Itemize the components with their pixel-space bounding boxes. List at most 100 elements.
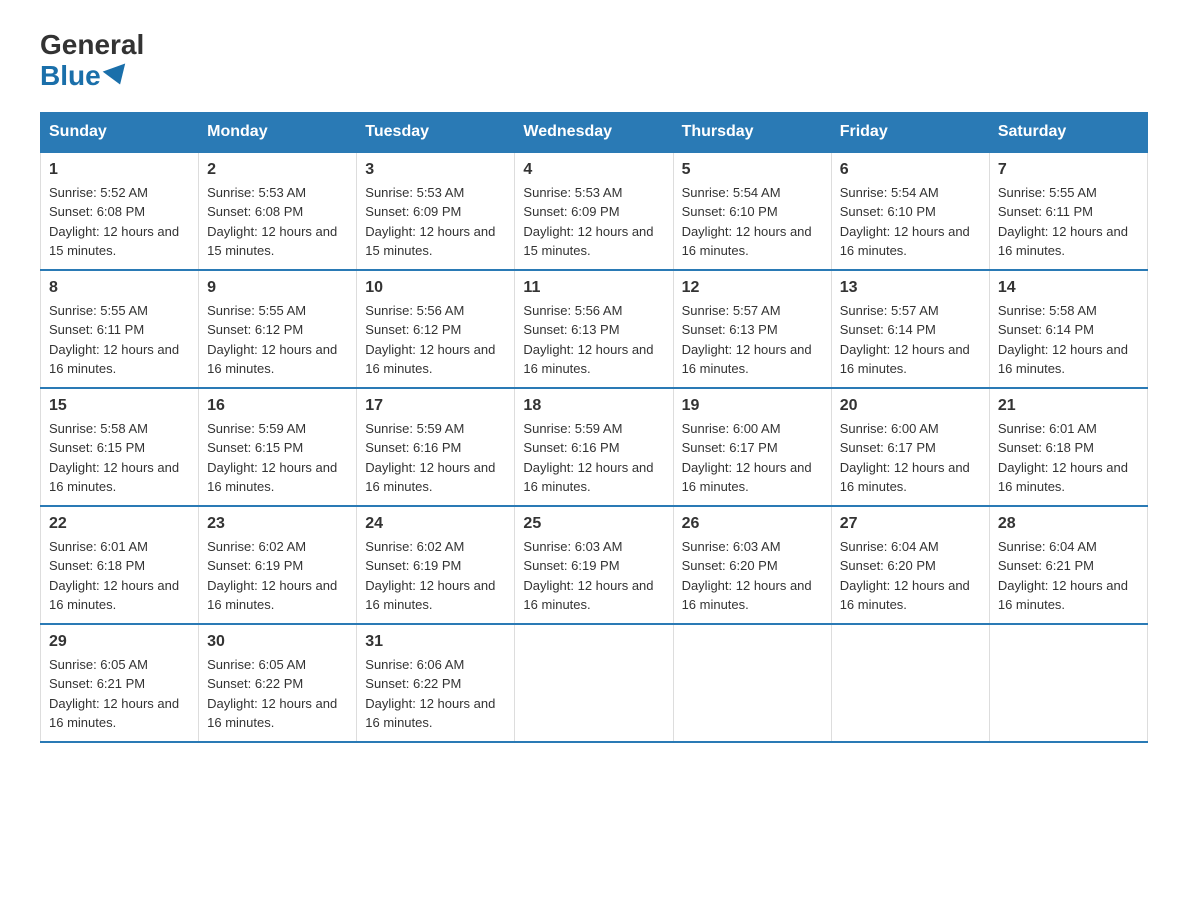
calendar-week-row: 1 Sunrise: 5:52 AMSunset: 6:08 PMDayligh… — [41, 152, 1148, 270]
day-number: 14 — [998, 279, 1139, 297]
day-info: Sunrise: 6:06 AMSunset: 6:22 PMDaylight:… — [365, 657, 495, 731]
calendar-cell: 4 Sunrise: 5:53 AMSunset: 6:09 PMDayligh… — [515, 152, 673, 270]
calendar-cell — [673, 624, 831, 742]
day-number: 16 — [207, 397, 348, 415]
calendar-cell: 1 Sunrise: 5:52 AMSunset: 6:08 PMDayligh… — [41, 152, 199, 270]
day-info: Sunrise: 5:59 AMSunset: 6:15 PMDaylight:… — [207, 421, 337, 495]
day-info: Sunrise: 5:55 AMSunset: 6:11 PMDaylight:… — [998, 185, 1128, 259]
day-number: 8 — [49, 279, 190, 297]
calendar-cell — [989, 624, 1147, 742]
calendar-cell: 18 Sunrise: 5:59 AMSunset: 6:16 PMDaylig… — [515, 388, 673, 506]
logo-triangle-icon — [102, 64, 131, 89]
header-friday: Friday — [831, 112, 989, 152]
calendar-cell: 12 Sunrise: 5:57 AMSunset: 6:13 PMDaylig… — [673, 270, 831, 388]
day-number: 24 — [365, 515, 506, 533]
calendar-cell: 25 Sunrise: 6:03 AMSunset: 6:19 PMDaylig… — [515, 506, 673, 624]
day-number: 18 — [523, 397, 664, 415]
calendar-cell: 3 Sunrise: 5:53 AMSunset: 6:09 PMDayligh… — [357, 152, 515, 270]
day-number: 26 — [682, 515, 823, 533]
day-info: Sunrise: 5:54 AMSunset: 6:10 PMDaylight:… — [840, 185, 970, 259]
calendar-cell: 11 Sunrise: 5:56 AMSunset: 6:13 PMDaylig… — [515, 270, 673, 388]
calendar-cell: 22 Sunrise: 6:01 AMSunset: 6:18 PMDaylig… — [41, 506, 199, 624]
day-number: 15 — [49, 397, 190, 415]
day-number: 4 — [523, 161, 664, 179]
day-info: Sunrise: 5:58 AMSunset: 6:14 PMDaylight:… — [998, 303, 1128, 377]
day-info: Sunrise: 6:04 AMSunset: 6:21 PMDaylight:… — [998, 539, 1128, 613]
calendar-cell: 2 Sunrise: 5:53 AMSunset: 6:08 PMDayligh… — [199, 152, 357, 270]
calendar-cell: 29 Sunrise: 6:05 AMSunset: 6:21 PMDaylig… — [41, 624, 199, 742]
header-sunday: Sunday — [41, 112, 199, 152]
day-number: 11 — [523, 279, 664, 297]
header-wednesday: Wednesday — [515, 112, 673, 152]
day-number: 1 — [49, 161, 190, 179]
day-info: Sunrise: 5:56 AMSunset: 6:13 PMDaylight:… — [523, 303, 653, 377]
day-number: 20 — [840, 397, 981, 415]
calendar-table: Sunday Monday Tuesday Wednesday Thursday… — [40, 112, 1148, 743]
calendar-cell: 10 Sunrise: 5:56 AMSunset: 6:12 PMDaylig… — [357, 270, 515, 388]
calendar-cell: 27 Sunrise: 6:04 AMSunset: 6:20 PMDaylig… — [831, 506, 989, 624]
day-number: 5 — [682, 161, 823, 179]
day-number: 19 — [682, 397, 823, 415]
day-info: Sunrise: 5:52 AMSunset: 6:08 PMDaylight:… — [49, 185, 179, 259]
calendar-cell: 24 Sunrise: 6:02 AMSunset: 6:19 PMDaylig… — [357, 506, 515, 624]
day-number: 23 — [207, 515, 348, 533]
calendar-cell: 9 Sunrise: 5:55 AMSunset: 6:12 PMDayligh… — [199, 270, 357, 388]
calendar-cell — [831, 624, 989, 742]
calendar-week-row: 15 Sunrise: 5:58 AMSunset: 6:15 PMDaylig… — [41, 388, 1148, 506]
calendar-cell: 31 Sunrise: 6:06 AMSunset: 6:22 PMDaylig… — [357, 624, 515, 742]
day-info: Sunrise: 6:04 AMSunset: 6:20 PMDaylight:… — [840, 539, 970, 613]
day-number: 3 — [365, 161, 506, 179]
header-thursday: Thursday — [673, 112, 831, 152]
logo-general-text: General — [40, 30, 144, 61]
calendar-cell: 13 Sunrise: 5:57 AMSunset: 6:14 PMDaylig… — [831, 270, 989, 388]
day-info: Sunrise: 5:55 AMSunset: 6:12 PMDaylight:… — [207, 303, 337, 377]
day-number: 27 — [840, 515, 981, 533]
header-tuesday: Tuesday — [357, 112, 515, 152]
day-info: Sunrise: 6:03 AMSunset: 6:20 PMDaylight:… — [682, 539, 812, 613]
day-info: Sunrise: 5:53 AMSunset: 6:09 PMDaylight:… — [523, 185, 653, 259]
day-info: Sunrise: 6:00 AMSunset: 6:17 PMDaylight:… — [840, 421, 970, 495]
day-info: Sunrise: 6:02 AMSunset: 6:19 PMDaylight:… — [207, 539, 337, 613]
calendar-cell: 16 Sunrise: 5:59 AMSunset: 6:15 PMDaylig… — [199, 388, 357, 506]
day-info: Sunrise: 6:02 AMSunset: 6:19 PMDaylight:… — [365, 539, 495, 613]
calendar-header-row: Sunday Monday Tuesday Wednesday Thursday… — [41, 112, 1148, 152]
calendar-cell — [515, 624, 673, 742]
day-number: 29 — [49, 633, 190, 651]
day-number: 13 — [840, 279, 981, 297]
calendar-cell: 17 Sunrise: 5:59 AMSunset: 6:16 PMDaylig… — [357, 388, 515, 506]
day-info: Sunrise: 6:01 AMSunset: 6:18 PMDaylight:… — [49, 539, 179, 613]
logo-blue-text: Blue — [40, 61, 144, 92]
calendar-cell: 7 Sunrise: 5:55 AMSunset: 6:11 PMDayligh… — [989, 152, 1147, 270]
day-info: Sunrise: 5:57 AMSunset: 6:14 PMDaylight:… — [840, 303, 970, 377]
day-number: 31 — [365, 633, 506, 651]
day-info: Sunrise: 5:57 AMSunset: 6:13 PMDaylight:… — [682, 303, 812, 377]
calendar-cell: 6 Sunrise: 5:54 AMSunset: 6:10 PMDayligh… — [831, 152, 989, 270]
day-number: 22 — [49, 515, 190, 533]
calendar-week-row: 8 Sunrise: 5:55 AMSunset: 6:11 PMDayligh… — [41, 270, 1148, 388]
calendar-cell: 23 Sunrise: 6:02 AMSunset: 6:19 PMDaylig… — [199, 506, 357, 624]
calendar-cell: 14 Sunrise: 5:58 AMSunset: 6:14 PMDaylig… — [989, 270, 1147, 388]
day-info: Sunrise: 5:59 AMSunset: 6:16 PMDaylight:… — [523, 421, 653, 495]
day-info: Sunrise: 6:03 AMSunset: 6:19 PMDaylight:… — [523, 539, 653, 613]
day-number: 10 — [365, 279, 506, 297]
day-info: Sunrise: 5:53 AMSunset: 6:08 PMDaylight:… — [207, 185, 337, 259]
day-number: 7 — [998, 161, 1139, 179]
day-number: 12 — [682, 279, 823, 297]
calendar-cell: 28 Sunrise: 6:04 AMSunset: 6:21 PMDaylig… — [989, 506, 1147, 624]
day-info: Sunrise: 5:53 AMSunset: 6:09 PMDaylight:… — [365, 185, 495, 259]
day-number: 6 — [840, 161, 981, 179]
calendar-cell: 5 Sunrise: 5:54 AMSunset: 6:10 PMDayligh… — [673, 152, 831, 270]
calendar-cell: 8 Sunrise: 5:55 AMSunset: 6:11 PMDayligh… — [41, 270, 199, 388]
day-number: 21 — [998, 397, 1139, 415]
day-info: Sunrise: 5:59 AMSunset: 6:16 PMDaylight:… — [365, 421, 495, 495]
header-saturday: Saturday — [989, 112, 1147, 152]
day-number: 30 — [207, 633, 348, 651]
day-number: 9 — [207, 279, 348, 297]
calendar-cell: 26 Sunrise: 6:03 AMSunset: 6:20 PMDaylig… — [673, 506, 831, 624]
day-info: Sunrise: 5:54 AMSunset: 6:10 PMDaylight:… — [682, 185, 812, 259]
day-info: Sunrise: 6:05 AMSunset: 6:21 PMDaylight:… — [49, 657, 179, 731]
calendar-cell: 19 Sunrise: 6:00 AMSunset: 6:17 PMDaylig… — [673, 388, 831, 506]
day-info: Sunrise: 6:01 AMSunset: 6:18 PMDaylight:… — [998, 421, 1128, 495]
day-info: Sunrise: 5:58 AMSunset: 6:15 PMDaylight:… — [49, 421, 179, 495]
day-number: 2 — [207, 161, 348, 179]
